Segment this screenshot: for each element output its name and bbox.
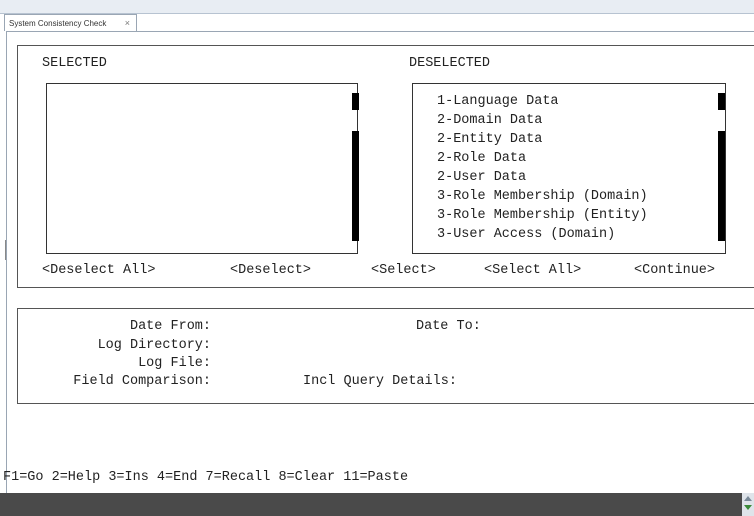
scroll-up-icon[interactable] (744, 496, 752, 501)
deselect-all-button[interactable]: <Deselect All> (42, 263, 155, 278)
status-bar (0, 493, 754, 516)
deselect-button[interactable]: <Deselect> (230, 263, 311, 278)
deselected-label: DESELECTED (409, 56, 491, 71)
select-all-button[interactable]: <Select All> (484, 263, 581, 278)
field-comparison-label: Field Comparison: (73, 374, 211, 389)
scroll-arrows[interactable] (742, 493, 754, 516)
tab-title: System Consistency Check (9, 19, 107, 28)
date-from-label: Date From: (129, 319, 211, 334)
parameters-frame: Date From: Date To: Log Directory: Log F… (17, 308, 754, 404)
selection-frame: SELECTED DESELECTED 1-Language Data 2-Do… (17, 45, 754, 288)
deselected-listbox[interactable]: 1-Language Data 2-Domain Data 2-Entity D… (412, 83, 726, 254)
list-item[interactable]: 3-Role Membership (Entity) (437, 206, 648, 225)
list-item[interactable]: 2-Role Data (437, 149, 648, 168)
log-file-label: Log File: (138, 356, 211, 371)
continue-button[interactable]: <Continue> (634, 263, 715, 278)
title-bar (0, 0, 754, 14)
log-directory-label: Log Directory: (97, 338, 211, 353)
selected-scrollbar-track[interactable] (352, 131, 359, 241)
list-item[interactable]: 3-User Access (Domain) (437, 225, 648, 244)
list-item[interactable]: 2-User Data (437, 168, 648, 187)
scroll-down-icon[interactable] (744, 505, 752, 510)
selected-scrollbar-thumb[interactable] (352, 93, 359, 110)
selected-listbox[interactable] (46, 83, 359, 254)
deselected-scrollbar-thumb[interactable] (718, 93, 725, 110)
date-to-label: Date To: (416, 319, 481, 334)
list-item[interactable]: 1-Language Data (437, 92, 648, 111)
list-item[interactable]: 2-Domain Data (437, 111, 648, 130)
selected-label: SELECTED (42, 56, 107, 71)
tab-system-consistency-check[interactable]: System Consistency Check × (4, 14, 137, 31)
deselected-list: 1-Language Data 2-Domain Data 2-Entity D… (437, 92, 648, 244)
deselected-scrollbar-track[interactable] (718, 131, 725, 241)
splitter-handle[interactable] (5, 240, 6, 260)
function-key-legend: F1=Go 2=Help 3=Ins 4=End 7=Recall 8=Clea… (3, 470, 409, 485)
tab-close-icon[interactable]: × (125, 15, 130, 32)
list-item[interactable]: 2-Entity Data (437, 130, 648, 149)
incl-query-details-label: Incl Query Details: (303, 374, 457, 389)
select-button[interactable]: <Select> (371, 263, 436, 278)
list-item[interactable]: 3-Role Membership (Domain) (437, 187, 648, 206)
